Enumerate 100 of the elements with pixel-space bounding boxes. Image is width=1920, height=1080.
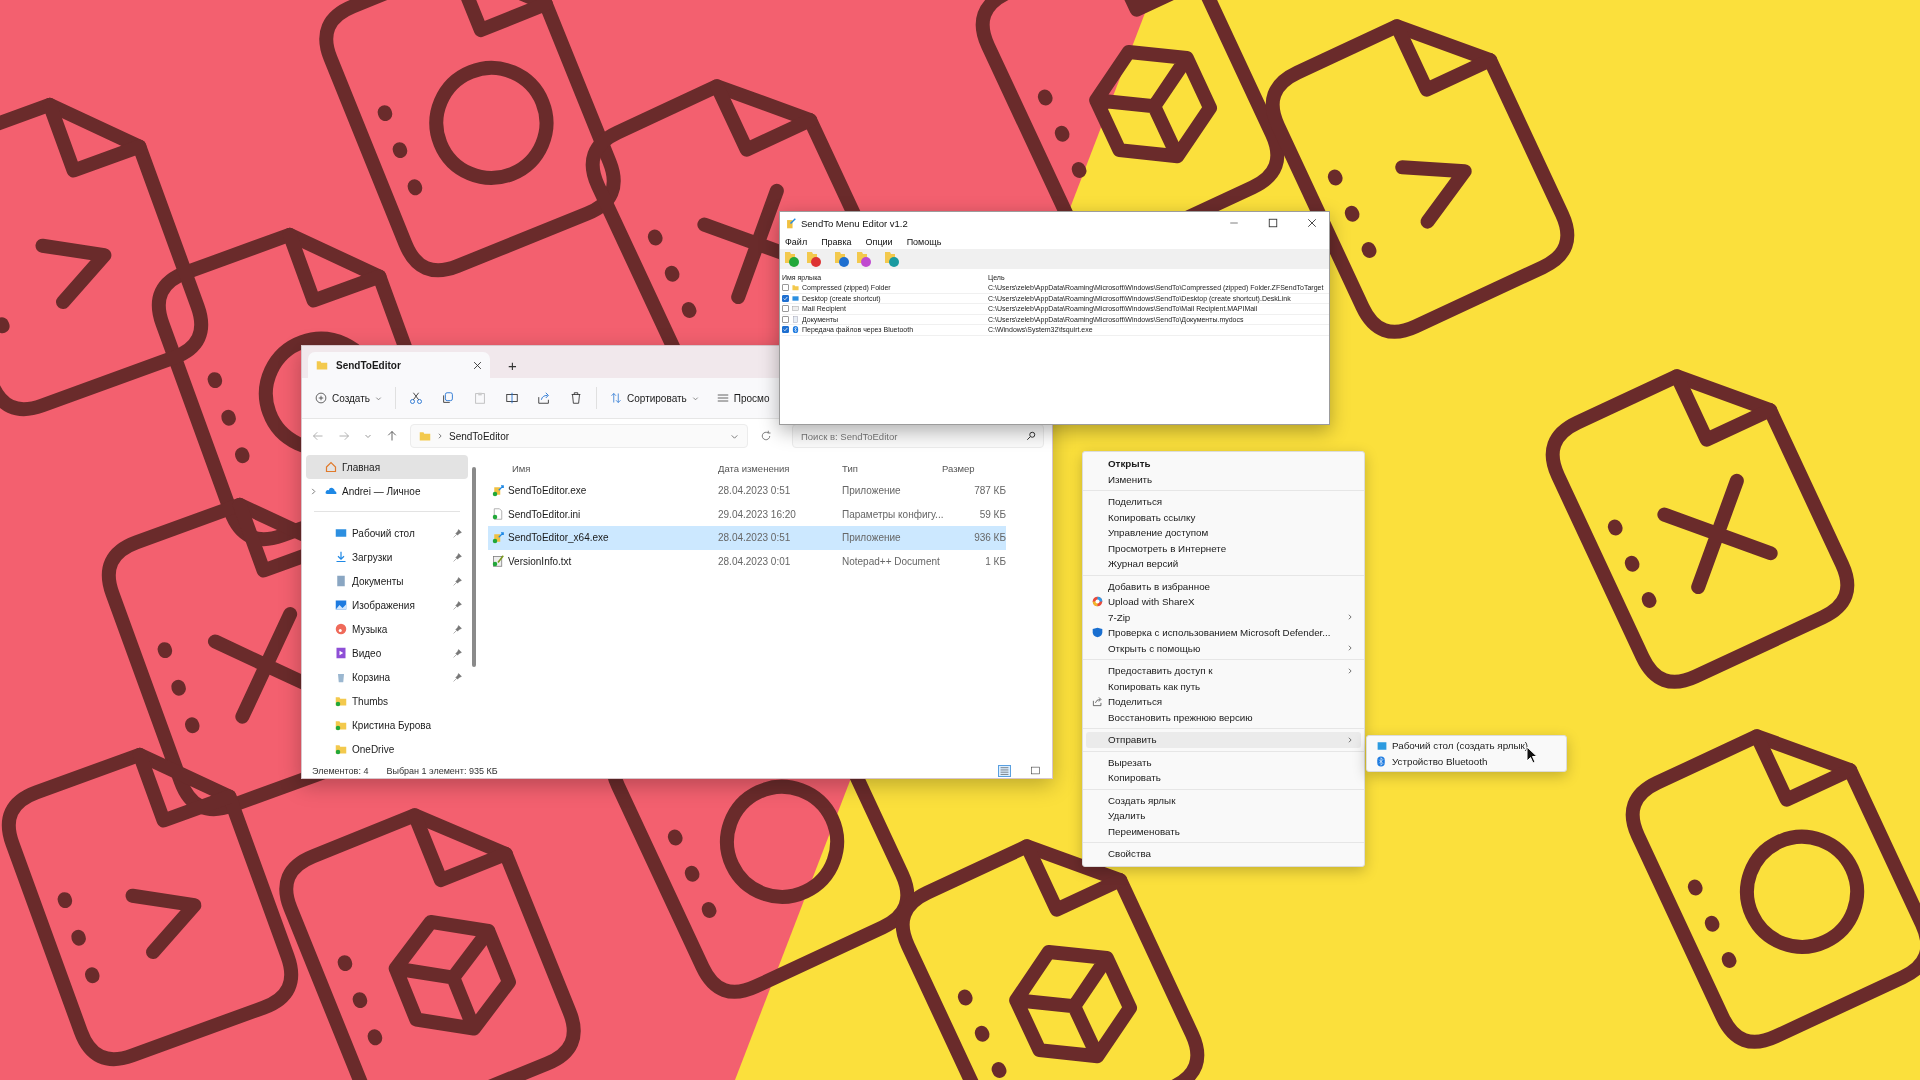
bluetooth-icon <box>1376 755 1386 767</box>
column-header[interactable]: Дата изменения <box>718 462 842 474</box>
sidebar-item[interactable]: OneDrive <box>306 737 468 761</box>
refresh-button[interactable] <box>834 251 850 267</box>
sidebar-item[interactable]: Изображения <box>306 593 468 617</box>
menu-item[interactable]: Создать ярлык <box>1086 792 1361 808</box>
sidebar-item[interactable]: Загрузки <box>306 545 468 569</box>
sidebar-item[interactable]: Andrei — Личное <box>306 479 468 503</box>
clipboard-icon <box>473 391 487 405</box>
sort-button[interactable]: Сортировать <box>605 388 704 408</box>
menu-item[interactable]: Файл <box>785 236 808 247</box>
file-row[interactable]: VersionInfo.txt 28.04.2023 0:01 Notepad++ Document 1 КБ <box>488 549 1006 573</box>
menu-item[interactable]: Восстановить прежнюю версию <box>1086 709 1361 725</box>
details-view-button[interactable] <box>998 764 1011 777</box>
folder-icon <box>335 695 347 707</box>
menu-item[interactable]: Поделиться <box>1086 494 1361 510</box>
search-field[interactable]: Поиск в: SendToEditor <box>792 424 1044 448</box>
folder-sync-icon <box>834 251 850 267</box>
window-icon <box>1031 766 1040 775</box>
file-row[interactable]: SendToEditor.exe 28.04.2023 0:51 Приложение 787 КБ <box>488 479 1006 503</box>
sidebar-item[interactable]: Видео <box>306 641 468 665</box>
checkbox[interactable] <box>782 284 789 292</box>
desktop-icon <box>335 527 347 539</box>
create-button[interactable]: Создать <box>310 388 387 408</box>
menu-item[interactable]: Upload with ShareX <box>1086 594 1361 610</box>
forward-arrow-icon <box>338 430 350 442</box>
menu-item[interactable]: Открыть с помощью <box>1086 640 1361 656</box>
menu-item[interactable]: Добавить в избранное <box>1086 578 1361 594</box>
tiles-view-button[interactable] <box>1029 764 1042 777</box>
scrollbar-thumb[interactable] <box>472 467 476 667</box>
address-bar[interactable]: SendToEditor <box>410 424 748 448</box>
folder-icon <box>792 284 799 292</box>
file-row[interactable]: SendToEditor.ini 29.04.2023 16:20 Параметры конфигу... 59 КБ <box>488 502 1006 526</box>
chevron-right-icon <box>1347 614 1353 621</box>
explorer-tab[interactable]: SendToEditor <box>308 352 490 378</box>
chevron-right-icon <box>310 487 317 495</box>
size-cell-text: 936 КБ <box>973 532 1006 544</box>
menu-item[interactable]: Удалить <box>1086 808 1361 824</box>
file-name: VersionInfo.txt <box>508 555 572 567</box>
menu-item[interactable]: Устройство Bluetooth <box>1370 753 1563 769</box>
date-cell-text: 28.04.2023 0:51 <box>718 532 792 544</box>
music-icon <box>335 623 347 635</box>
checkmark-icon <box>783 327 788 333</box>
menu-item[interactable]: Проверка с использованием Microsoft Defender... <box>1086 625 1361 641</box>
menu-item[interactable]: Рабочий стол (создать ярлык) <box>1370 738 1563 754</box>
close-icon <box>473 360 482 370</box>
sidebar-item[interactable]: Музыка <box>306 617 468 641</box>
menu-item[interactable]: Опции <box>865 236 893 247</box>
menu-item[interactable]: Правка <box>821 236 852 247</box>
checkbox[interactable] <box>782 305 789 313</box>
menu-item[interactable]: Копировать <box>1086 770 1361 786</box>
menu-item[interactable]: 7-Zip <box>1086 609 1361 625</box>
desktop-icon <box>792 294 799 302</box>
size-cell-text: 59 КБ <box>978 508 1006 520</box>
menu-item[interactable]: Журнал версий <box>1086 556 1361 572</box>
sidebar-item[interactable]: Главная <box>306 455 468 479</box>
menu-item[interactable]: Свойства <box>1086 846 1361 862</box>
menu-item[interactable]: Копировать ссылку <box>1086 509 1361 525</box>
info-button[interactable] <box>884 251 900 267</box>
folder-icon <box>335 743 347 755</box>
sidebar-item[interactable]: Документы <box>306 569 468 593</box>
menu-item[interactable]: Изменить <box>1086 471 1361 487</box>
bluetooth-icon <box>792 326 799 334</box>
remove-button[interactable] <box>806 251 822 267</box>
menu-item[interactable]: Поделиться <box>1086 694 1361 710</box>
menu-item[interactable]: Отправить <box>1086 732 1361 748</box>
menu-item[interactable]: Управление доступом <box>1086 525 1361 541</box>
column-header[interactable]: Размер <box>942 462 1006 474</box>
sidebar-item[interactable]: Кристина Бурова <box>306 713 468 737</box>
menu-item[interactable]: Копировать как путь <box>1086 678 1361 694</box>
view-button[interactable]: Просмо <box>711 388 775 408</box>
menu-item[interactable]: Помощь <box>906 236 942 247</box>
checkbox[interactable] <box>782 294 789 302</box>
sidebar-item[interactable]: Рабочий стол <box>306 521 468 545</box>
file-name: SendToEditor.ini <box>508 508 581 520</box>
checkbox[interactable] <box>782 315 789 323</box>
list-icon <box>1000 766 1009 775</box>
new-tab-button[interactable]: + <box>500 352 525 378</box>
notepad-icon <box>492 555 504 568</box>
folder-icon <box>316 359 328 371</box>
sharex-icon <box>1092 596 1103 608</box>
column-header[interactable]: Тип <box>842 462 942 474</box>
checkbox[interactable] <box>782 326 789 334</box>
chevron-right-icon <box>1347 667 1353 674</box>
sidebar-item[interactable]: Корзина <box>306 665 468 689</box>
menu-item[interactable]: Открыть <box>1086 456 1361 472</box>
sort-icon <box>610 392 622 404</box>
sidebar-item[interactable]: Thumbs <box>306 689 468 713</box>
chevron-down-icon <box>375 394 382 402</box>
size-cell-text: 1 КБ <box>984 555 1006 567</box>
window-title: SendTo Menu Editor v1.2 <box>801 217 909 229</box>
menu-item[interactable]: Предоставить доступ к <box>1086 663 1361 679</box>
menu-item[interactable]: Переименовать <box>1086 823 1361 839</box>
menu-item[interactable]: Просмотреть в Интернете <box>1086 540 1361 556</box>
move-button[interactable] <box>856 251 872 267</box>
column-header[interactable]: Имя <box>492 462 718 474</box>
share-icon <box>1092 696 1103 708</box>
menu-item[interactable]: Вырезать <box>1086 754 1361 770</box>
add-button[interactable] <box>784 251 800 267</box>
file-row[interactable]: SendToEditor_x64.exe 28.04.2023 0:51 Приложение 936 КБ <box>488 526 1006 550</box>
